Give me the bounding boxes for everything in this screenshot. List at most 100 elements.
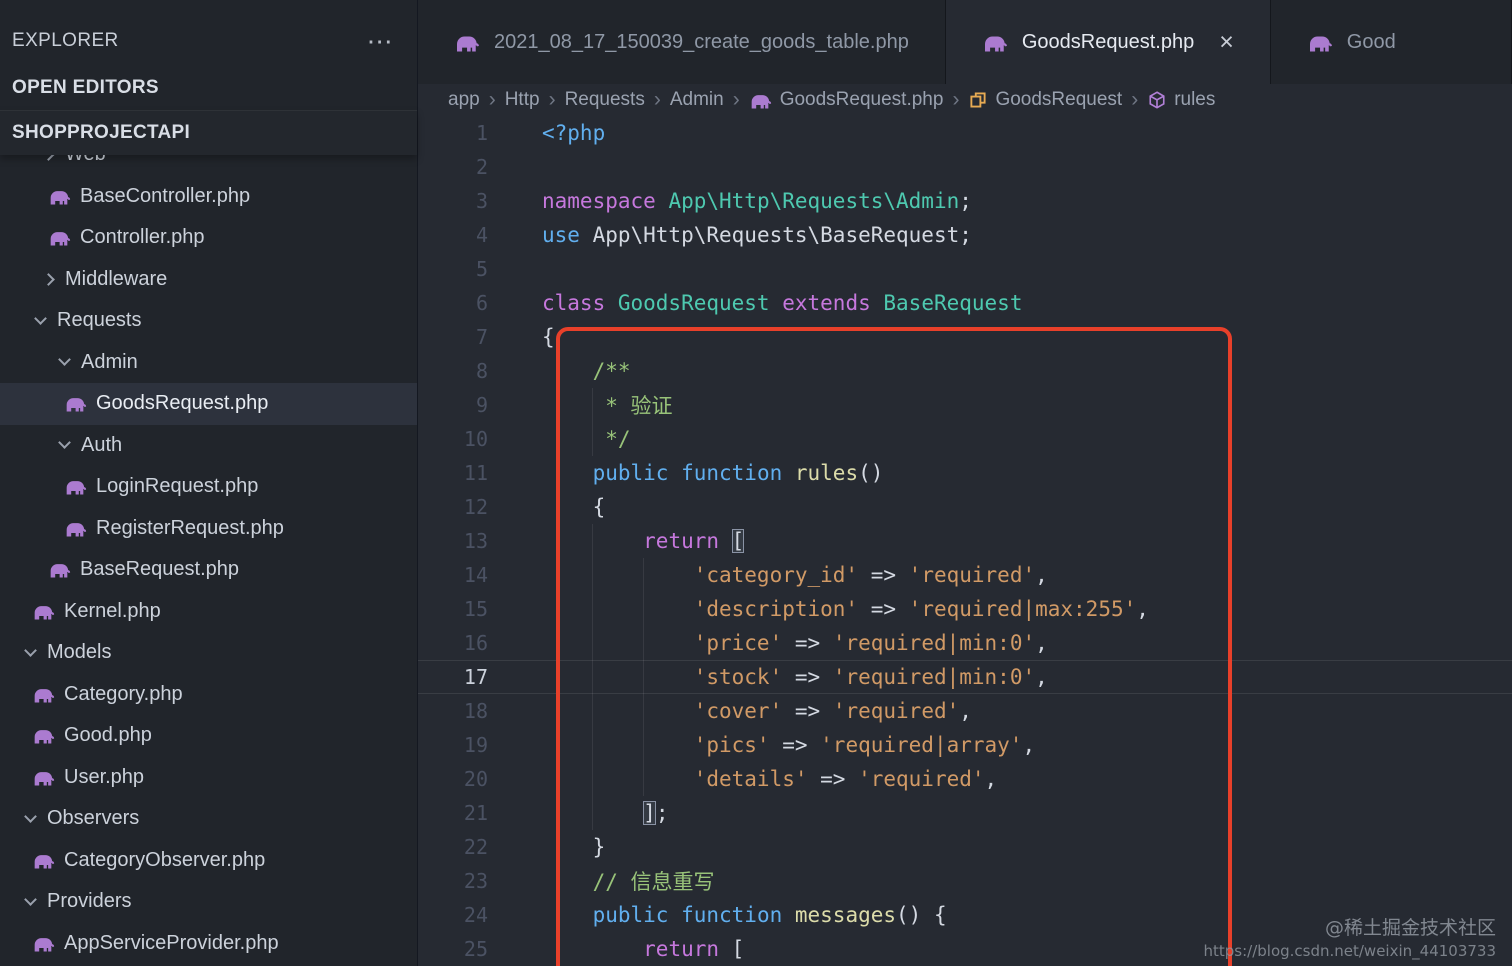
tab-2021-08-17-150039-create-goods-table-php[interactable]: 2021_08_17_150039_create_goods_table.php (418, 0, 946, 84)
tree-file-basecontroller-php[interactable]: BaseController.php (0, 176, 417, 218)
code-line-8[interactable]: 8 /** (418, 354, 1512, 388)
tree-item-label: Admin (81, 350, 138, 373)
breadcrumb-item-goodsrequest[interactable]: GoodsRequest (968, 89, 1122, 111)
tree-file-category-php[interactable]: Category.php (0, 674, 417, 716)
php-elephant-icon (66, 398, 87, 412)
code-line-1[interactable]: 1 <?php (418, 116, 1512, 150)
breadcrumb-item-rules[interactable]: rules (1147, 89, 1215, 111)
php-elephant-icon (34, 771, 55, 786)
tree-item-label: Auth (81, 433, 123, 456)
tree-file-kernel-php[interactable]: Kernel.php (0, 591, 417, 633)
tab-goodsrequest-php[interactable]: GoodsRequest.php × (945, 0, 1271, 84)
tree-folder-models[interactable]: Models (0, 632, 417, 674)
code-line-7[interactable]: 7{ (418, 320, 1512, 354)
code-line-10[interactable]: 10 */ (418, 422, 1512, 456)
tree-file-baserequest-php[interactable]: BaseRequest.php (0, 549, 417, 591)
code-lines: 1 <?php 2 3 namespace App\Http\Requests\Admi… (418, 116, 1512, 966)
code-line-23[interactable]: 23 // 信息重写 (418, 864, 1512, 898)
code-line-13[interactable]: 13 return [ (418, 524, 1512, 558)
breadcrumb-separator: › (548, 88, 556, 111)
breadcrumb-item-goodsrequest-php[interactable]: GoodsRequest.php (749, 89, 943, 111)
breadcrumb-item-app[interactable]: app (448, 89, 480, 111)
tree-item-label: Web (65, 155, 106, 166)
tree-file-categoryobserver-php[interactable]: CategoryObserver.php (0, 840, 417, 882)
php-elephant-icon (34, 854, 55, 869)
code-line-15[interactable]: 15 'description' => 'required|max:255', (418, 592, 1512, 626)
line-content: 'pics' => 'required|array', (693, 733, 1036, 757)
code-line-4[interactable]: 4 use App\Http\Requests\BaseRequest; (418, 218, 1512, 252)
php-elephant-icon (34, 605, 55, 620)
code-line-17[interactable]: 17 'stock' => 'required|min:0', (418, 660, 1512, 694)
line-content: // 信息重写 (592, 870, 715, 894)
php-elephant-icon (34, 688, 55, 703)
code-line-2[interactable]: 2 (418, 150, 1512, 184)
tab-label: GoodsRequest.php (1021, 30, 1195, 53)
line-content: return [ (643, 529, 745, 553)
php-elephant-icon (50, 564, 71, 578)
tree-file-appserviceprovider-php[interactable]: AppServiceProvider.php (0, 923, 417, 965)
tree-file-loginrequest-php[interactable]: LoginRequest.php (0, 466, 417, 508)
php-elephant-icon (34, 937, 55, 952)
close-icon[interactable]: × (1219, 28, 1234, 57)
code-line-12[interactable]: 12 { (418, 490, 1512, 524)
tree-file-controller-php[interactable]: Controller.php (0, 217, 417, 259)
breadcrumb-separator: › (653, 88, 661, 111)
breadcrumb-separator: › (952, 88, 960, 111)
line-number: 17 (463, 665, 488, 689)
tree-folder-admin[interactable]: Admin (0, 342, 417, 384)
code-line-22[interactable]: 22 } (418, 830, 1512, 864)
code-line-21[interactable]: 21 ]; (418, 796, 1512, 830)
watermark-url: https://blog.csdn.net/weixin_44103733 (1203, 942, 1496, 960)
breadcrumb-label: GoodsRequest (995, 89, 1123, 110)
open-editors-header[interactable]: OPEN EDITORS (0, 66, 417, 110)
php-elephant-icon (66, 481, 87, 495)
line-number: 19 (463, 733, 488, 757)
line-content: 'price' => 'required|min:0', (693, 631, 1048, 655)
code-line-20[interactable]: 20 'details' => 'required', (418, 762, 1512, 796)
tree-item-label: LoginRequest.php (96, 475, 259, 498)
code-line-19[interactable]: 19 'pics' => 'required|array', (418, 728, 1512, 762)
tree-item-label: Providers (47, 890, 132, 913)
code-line-3[interactable]: 3 namespace App\Http\Requests\Admin; (418, 184, 1512, 218)
code-line-6[interactable]: 6 class GoodsRequest extends BaseRequest (418, 286, 1512, 320)
line-number: 12 (463, 495, 488, 519)
explorer-title: EXPLORER (12, 30, 119, 51)
code-line-5[interactable]: 5 (418, 252, 1512, 286)
php-elephant-icon (1309, 36, 1332, 51)
code-line-11[interactable]: 11 public function rules() (418, 456, 1512, 490)
tree-file-registerrequest-php[interactable]: RegisterRequest.php (0, 508, 417, 550)
code-line-16[interactable]: 16 'price' => 'required|min:0', (418, 626, 1512, 660)
tree-folder-providers[interactable]: Providers (0, 881, 417, 923)
more-actions-icon[interactable]: ⋯ (367, 28, 393, 54)
code-editor[interactable]: 1 <?php 2 3 namespace App\Http\Requests\Admi… (418, 116, 1512, 966)
tree-item-label: Controller.php (80, 226, 205, 249)
code-line-9[interactable]: 9 * 验证 (418, 388, 1512, 422)
breadcrumb-item-requests[interactable]: Requests (565, 89, 645, 111)
code-line-18[interactable]: 18 'cover' => 'required', (418, 694, 1512, 728)
tree-folder-auth[interactable]: Auth (0, 425, 417, 467)
tree-file-user-php[interactable]: User.php (0, 757, 417, 799)
line-content: * 验证 (605, 394, 673, 418)
tab-good[interactable]: Good (1270, 0, 1512, 84)
line-number: 13 (463, 529, 488, 553)
tree-folder-observers[interactable]: Observers (0, 798, 417, 840)
breadcrumb-item-admin[interactable]: Admin (670, 89, 724, 111)
code-line-14[interactable]: 14 'category_id' => 'required', (418, 558, 1512, 592)
line-content: 'details' => 'required', (693, 767, 998, 791)
tree-file-good-php[interactable]: Good.php (0, 715, 417, 757)
tree-folder-web[interactable]: Web (0, 155, 417, 176)
class-symbol-icon (970, 92, 986, 108)
breadcrumb-item-http[interactable]: Http (505, 89, 540, 111)
line-content: ]; (643, 801, 669, 825)
line-number: 6 (475, 291, 488, 315)
tree-folder-requests[interactable]: Requests (0, 300, 417, 342)
tree-item-label: Observers (47, 807, 140, 830)
tree-folder-middleware[interactable]: Middleware (0, 259, 417, 301)
line-number: 7 (475, 325, 488, 349)
tree-file-goodsrequest-php[interactable]: GoodsRequest.php (0, 383, 417, 425)
explorer-header: EXPLORER ⋯ (0, 0, 417, 66)
php-elephant-icon (50, 232, 71, 246)
tree-item-label: BaseRequest.php (80, 558, 240, 581)
project-header[interactable]: SHOPPROJECTAPI (0, 110, 417, 155)
line-number: 25 (463, 937, 488, 961)
